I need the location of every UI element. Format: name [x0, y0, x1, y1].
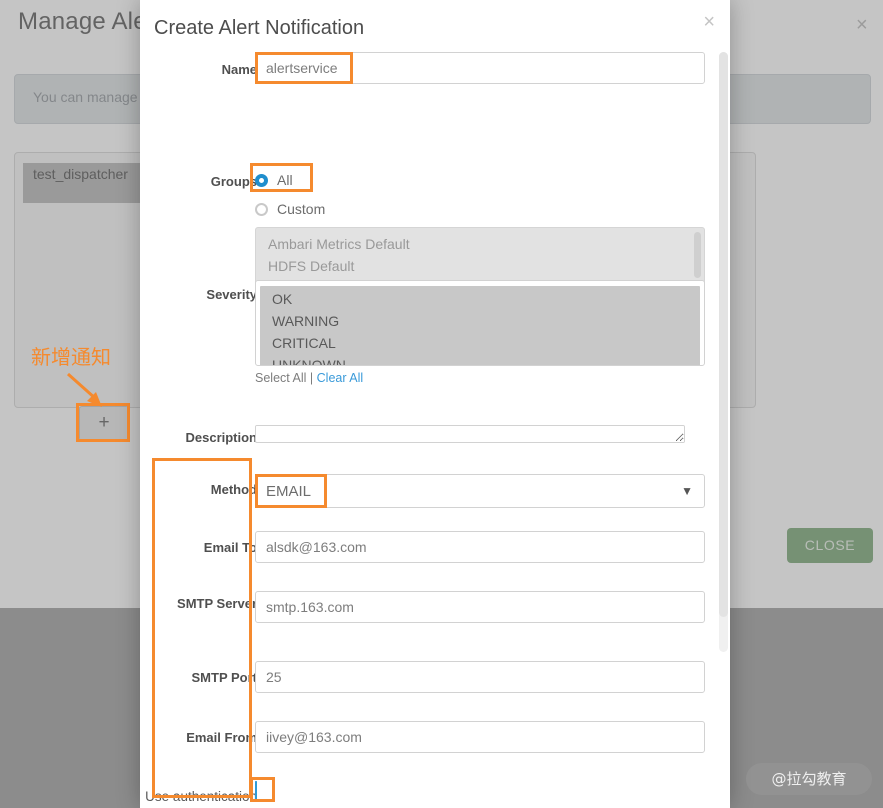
severity-select-all-link[interactable]: Select All [255, 371, 306, 385]
name-label: Name [221, 62, 257, 77]
groups-radio-all-label: All [277, 172, 293, 188]
groups-label: Groups [210, 174, 257, 189]
close-icon[interactable]: × [703, 12, 715, 32]
description-textarea[interactable] [255, 425, 685, 443]
list-item[interactable]: WARNING [260, 310, 700, 332]
groups-radio-custom-label: Custom [277, 201, 326, 217]
name-input[interactable] [255, 52, 705, 84]
groups-listbox-scrollbar[interactable] [694, 232, 701, 278]
groups-radio-all[interactable]: All [255, 168, 705, 192]
list-item[interactable]: CRITICAL [260, 332, 700, 354]
smtp-port-input[interactable] [255, 661, 705, 693]
groups-radio-custom[interactable]: Custom [255, 197, 705, 221]
list-item[interactable]: UNKNOWN [260, 354, 700, 365]
severity-label: Severity [206, 287, 257, 302]
severity-links-separator: | [309, 371, 314, 385]
annotation-highlight-add-button [76, 403, 130, 442]
email-from-input[interactable] [255, 721, 705, 753]
use-authentication-checkbox[interactable] [255, 781, 257, 800]
list-item[interactable]: Ambari Metrics Default [256, 233, 704, 255]
form-row-severity: Severity OK WARNING CRITICAL UNKNOWN Sel… [140, 280, 720, 405]
dialog-scrollbar-thumb[interactable] [719, 52, 728, 617]
create-alert-notification-dialog: Create Alert Notification × Name Groups … [140, 0, 730, 808]
form-row-groups: Groups All Custom Ambari Metrics Default… [140, 108, 720, 330]
severity-clear-all-link[interactable]: Clear All [317, 371, 364, 385]
radio-on-icon[interactable] [255, 173, 268, 187]
list-item[interactable]: HDFS Default [256, 255, 704, 277]
method-select[interactable]: EMAIL SNMP Custom SNMP [255, 474, 705, 508]
email-to-input[interactable] [255, 531, 705, 563]
annotation-label: 新增通知 [31, 345, 111, 369]
watermark: @拉勾教育 [746, 763, 872, 795]
dialog-title: Create Alert Notification [154, 17, 365, 39]
severity-links: Select All | Clear All [255, 371, 705, 385]
severity-listbox[interactable]: OK WARNING CRITICAL UNKNOWN [255, 280, 705, 366]
radio-off-icon[interactable] [255, 202, 268, 216]
highlight-email-settings-section [152, 458, 252, 798]
list-item[interactable]: OK [260, 288, 700, 310]
smtp-server-input[interactable] [255, 591, 705, 623]
form-row-description: Description [140, 417, 720, 457]
description-label: Description [185, 430, 257, 445]
form-row-name: Name [140, 52, 720, 96]
